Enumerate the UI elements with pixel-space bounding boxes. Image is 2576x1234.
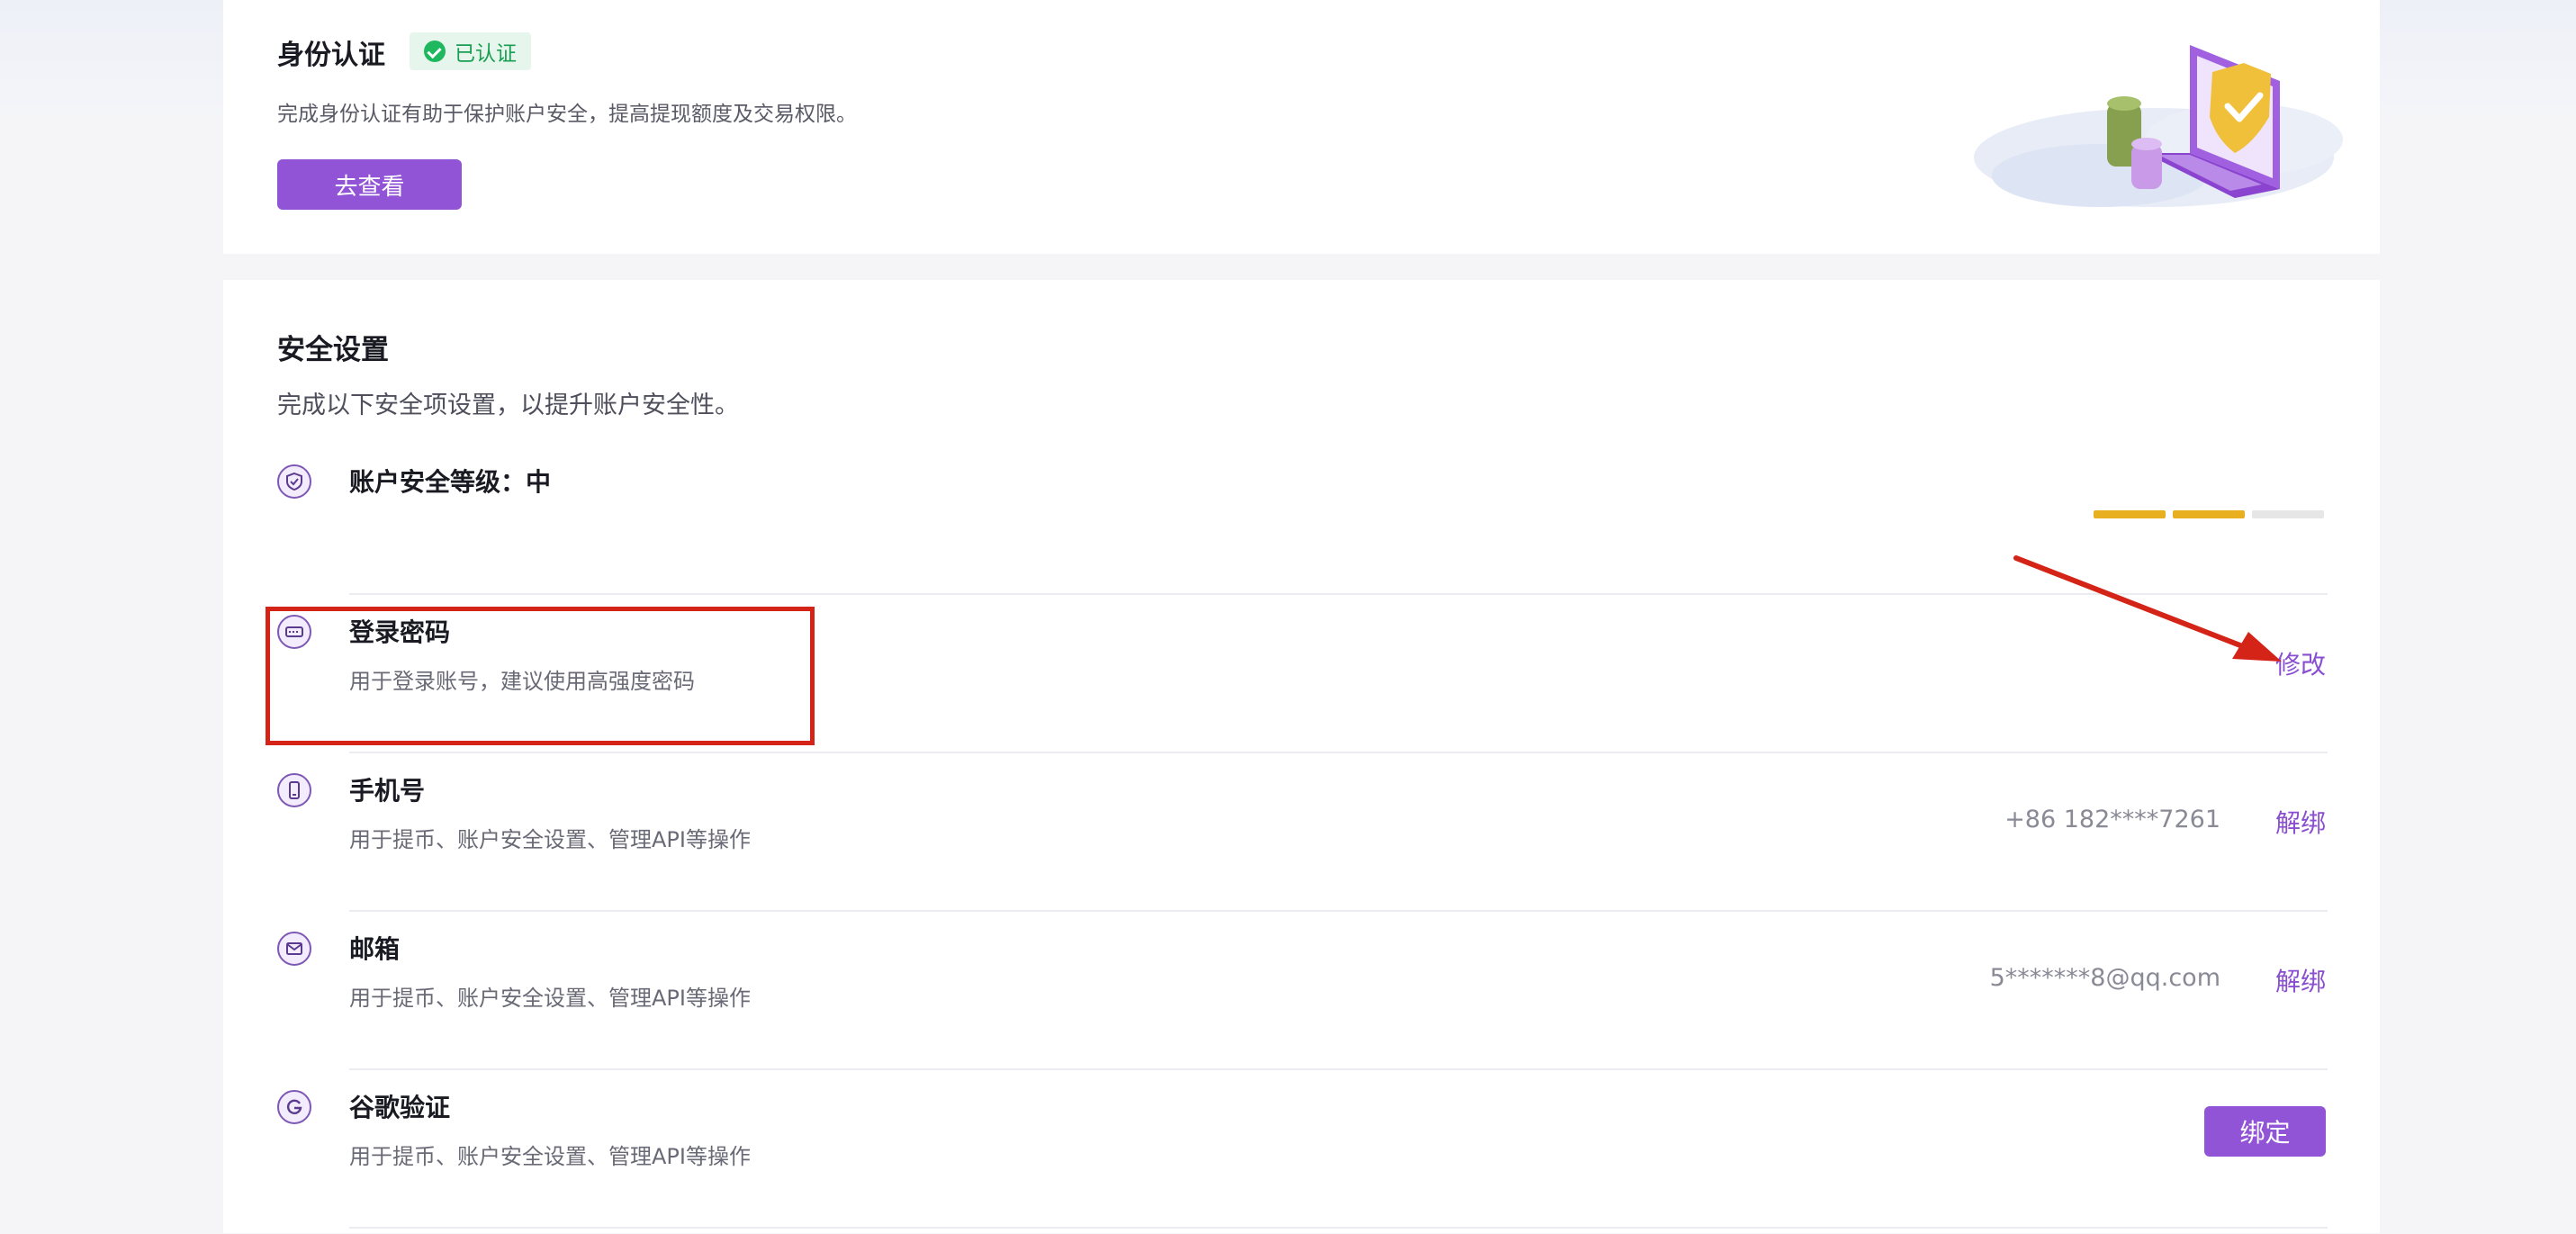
- security-item-email: 邮箱 用于提币、账户安全设置、管理API等操作 5*******8@qq.com…: [223, 917, 2380, 1076]
- security-level-prefix: 账户安全等级：: [349, 467, 527, 497]
- identity-title: 身份认证: [277, 40, 385, 71]
- identity-description: 完成身份认证有助于保护账户安全，提高提现额度及交易权限。: [277, 103, 857, 126]
- item-subtitle: 用于提币、账户安全设置、管理API等操作: [349, 827, 751, 852]
- item-subtitle: 用于提币、账户安全设置、管理API等操作: [349, 1144, 751, 1169]
- bind-google-auth-button[interactable]: 绑定: [2204, 1106, 2326, 1157]
- divider: [349, 1068, 2328, 1070]
- security-item-google-auth: 谷歌验证 用于提币、账户安全设置、管理API等操作 绑定: [223, 1076, 2380, 1234]
- annotation-arrow: [2013, 555, 2282, 662]
- view-identity-button[interactable]: 去查看: [277, 159, 462, 210]
- email-value: 5*******8@qq.com: [1989, 964, 2220, 992]
- item-title: 手机号: [349, 776, 426, 806]
- item-title: 邮箱: [349, 934, 401, 964]
- mail-icon: [277, 932, 311, 966]
- level-segment: [2094, 510, 2166, 518]
- phone-number-value: +86 182****7261: [2004, 806, 2220, 833]
- security-level-meter: [2094, 510, 2324, 518]
- identity-card: 身份认证 已认证 完成身份认证有助于保护账户安全，提高提现额度及交易权限。 去查…: [223, 0, 2380, 254]
- divider: [349, 1227, 2328, 1229]
- security-title: 安全设置: [277, 334, 389, 366]
- security-level-row: 账户安全等级：中: [223, 464, 2380, 536]
- security-item-phone: 手机号 用于提币、账户安全设置、管理API等操作 +86 182****7261…: [223, 759, 2380, 917]
- security-level-label: 账户安全等级：中: [349, 463, 551, 499]
- phone-icon: [277, 773, 311, 807]
- unbind-email-link[interactable]: 解绑: [2275, 962, 2326, 998]
- security-settings-card: 安全设置 完成以下安全项设置，以提升账户安全性。 账户安全等级：中 登录密码 用…: [223, 280, 2380, 1233]
- security-illustration: [1974, 45, 2343, 207]
- security-level-value: 中: [526, 467, 552, 497]
- security-description: 完成以下安全项设置，以提升账户安全性。: [277, 392, 739, 419]
- verified-badge: 已认证: [410, 32, 531, 70]
- google-icon: [277, 1090, 311, 1124]
- divider: [349, 752, 2328, 753]
- divider: [349, 910, 2328, 912]
- level-segment: [2173, 510, 2245, 518]
- unbind-phone-link[interactable]: 解绑: [2275, 804, 2326, 840]
- shield-check-icon: [277, 464, 311, 499]
- check-circle-icon: [424, 41, 446, 62]
- level-segment: [2252, 510, 2324, 518]
- item-subtitle: 用于提币、账户安全设置、管理API等操作: [349, 986, 751, 1011]
- highlight-box: [266, 607, 815, 745]
- verified-badge-label: 已认证: [455, 42, 517, 66]
- item-title: 谷歌验证: [349, 1093, 451, 1122]
